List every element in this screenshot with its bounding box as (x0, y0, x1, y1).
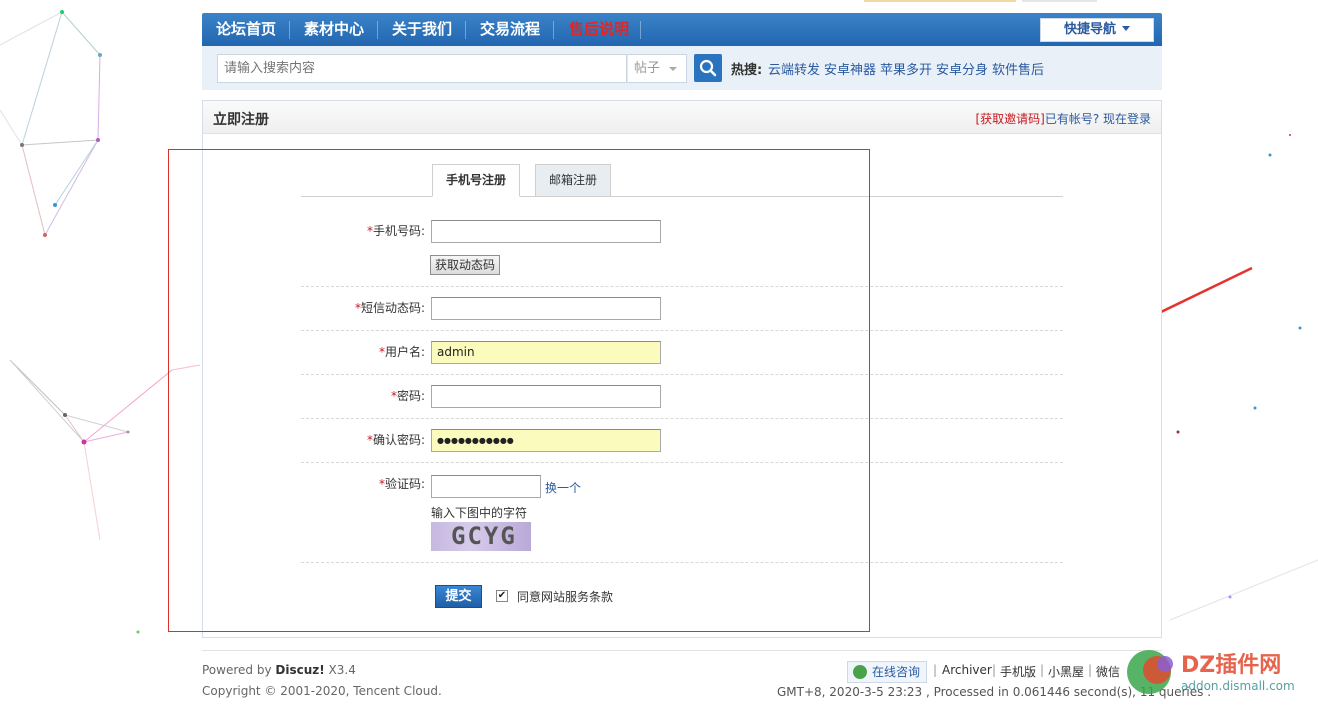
watermark-url: addon.dismall.com (1181, 679, 1295, 693)
search-button[interactable] (694, 54, 722, 82)
nav-about[interactable]: 关于我们 (378, 13, 466, 46)
confirm-password-input[interactable]: ●●●●●●●●●●● (431, 429, 661, 452)
form-divider (301, 330, 1063, 331)
nav-home[interactable]: 论坛首页 (202, 13, 290, 46)
hot-link-apple-multi[interactable]: 苹果多开 (880, 59, 932, 78)
password-label: *密码: (301, 387, 425, 404)
top-user-strip-2 (1022, 0, 1097, 2)
confirm-password-label: *确认密码: (301, 431, 425, 448)
captcha-label: *验证码: (301, 475, 425, 492)
phone-label-text: 手机号码: (372, 224, 425, 238)
login-link[interactable]: 已有帐号? 现在登录 (1045, 112, 1151, 126)
submit-button[interactable]: 提交 (435, 585, 482, 608)
username-label-text: 用户名: (384, 345, 425, 359)
nav-separator (553, 21, 554, 39)
sms-code-label-text: 短信动态码: (360, 301, 425, 315)
footer-link-archiver[interactable]: Archiver (942, 663, 992, 677)
sms-code-label: *短信动态码: (301, 299, 425, 316)
agree-terms-checkbox[interactable]: ✔ (496, 590, 508, 602)
confirm-password-label-text: 确认密码: (372, 433, 425, 447)
get-invite-code-link[interactable]: [获取邀请码] (975, 112, 1044, 126)
quick-nav-label: 快捷导航 (1063, 22, 1116, 37)
tab-email-register[interactable]: 邮箱注册 (535, 164, 612, 197)
powered-by: Powered by Discuz! X3.4 (202, 663, 356, 677)
username-label: *用户名: (301, 343, 425, 360)
get-sms-code-button[interactable]: 获取动态码 (430, 255, 501, 275)
online-consult-label: 在线咨询 (872, 665, 921, 679)
phone-label: *手机号码: (301, 222, 425, 239)
powered-version: X3.4 (324, 663, 356, 677)
password-label-text: 密码: (396, 389, 425, 403)
powered-prefix: Powered by (202, 663, 276, 677)
form-divider (301, 462, 1063, 463)
chevron-down-icon (1122, 26, 1130, 31)
hot-search-label: 热搜: (731, 63, 763, 78)
watermark-logo-purple (1157, 656, 1173, 672)
tab-phone-register[interactable]: 手机号注册 (432, 164, 521, 197)
hot-link-software-support[interactable]: 软件售后 (992, 59, 1044, 78)
discuz-link[interactable]: Discuz! (275, 663, 324, 677)
search-input[interactable] (217, 54, 627, 83)
nav-materials[interactable]: 素材中心 (290, 13, 378, 46)
footer-link-mobile[interactable]: 手机版 (1000, 663, 1036, 680)
nav-trade-process[interactable]: 交易流程 (466, 13, 554, 46)
phone-input[interactable] (431, 220, 661, 243)
form-divider (301, 562, 1063, 563)
watermark-brand: DZ插件网 (1181, 653, 1281, 678)
page-title: 立即注册 (213, 112, 269, 128)
sms-code-input[interactable] (431, 297, 661, 320)
captcha-input[interactable] (431, 475, 541, 498)
register-panel: 立即注册 [获取邀请码]已有帐号? 现在登录 手机号注册 邮箱注册 *手机号码:… (202, 100, 1162, 638)
captcha-hint: 输入下图中的字符 (431, 506, 528, 520)
password-input[interactable] (431, 385, 661, 408)
main-nav: 论坛首页 素材中心 关于我们 交易流程 售后说明 快捷导航 (202, 13, 1162, 46)
hot-link-android-clone[interactable]: 安卓分身 (936, 59, 988, 78)
panel-header: 立即注册 [获取邀请码]已有帐号? 现在登录 (203, 101, 1161, 134)
hot-link-android-tool[interactable]: 安卓神器 (824, 59, 876, 78)
form-divider (301, 418, 1063, 419)
footer-separator: | (1088, 663, 1093, 677)
agree-terms-label[interactable]: 同意网站服务条款 (517, 588, 613, 605)
search-type-label: 帖子 (634, 61, 661, 76)
quick-nav-dropdown[interactable]: 快捷导航 (1040, 18, 1154, 42)
search-bar: 帖子 热搜: 云端转发 安卓神器 苹果多开 安卓分身 软件售后 (202, 46, 1162, 90)
footer-separator: | (1040, 663, 1045, 677)
nav-separator (640, 21, 641, 39)
captcha-refresh-link[interactable]: 换一个 (545, 479, 581, 496)
form-divider (301, 374, 1063, 375)
search-icon (699, 59, 717, 77)
online-consult-button[interactable]: 在线咨询 (847, 661, 928, 683)
hot-link-cloud-forward[interactable]: 云端转发 (768, 59, 820, 78)
tabs-underline (301, 196, 1063, 197)
search-type-select[interactable]: 帖子 (627, 54, 687, 83)
top-user-strip (864, 0, 1016, 2)
captcha-label-text: 验证码: (384, 477, 425, 491)
footer-separator: | (933, 663, 938, 677)
chat-icon (853, 665, 867, 679)
panel-header-links: [获取邀请码]已有帐号? 现在登录 (975, 110, 1151, 127)
footer-divider (202, 650, 1162, 651)
chevron-down-icon (669, 67, 677, 71)
username-input[interactable]: admin (431, 341, 661, 364)
site-watermark: DZ插件网 addon.dismall.com (1127, 650, 1295, 694)
form-divider (301, 286, 1063, 287)
copyright: Copyright © 2001-2020, Tencent Cloud. (202, 684, 442, 698)
footer-separator: | (992, 663, 997, 677)
captcha-image[interactable]: GCYG (431, 522, 531, 551)
footer-link-blacklist[interactable]: 小黑屋 (1048, 663, 1084, 680)
nav-after-sales[interactable]: 售后说明 (555, 13, 643, 46)
